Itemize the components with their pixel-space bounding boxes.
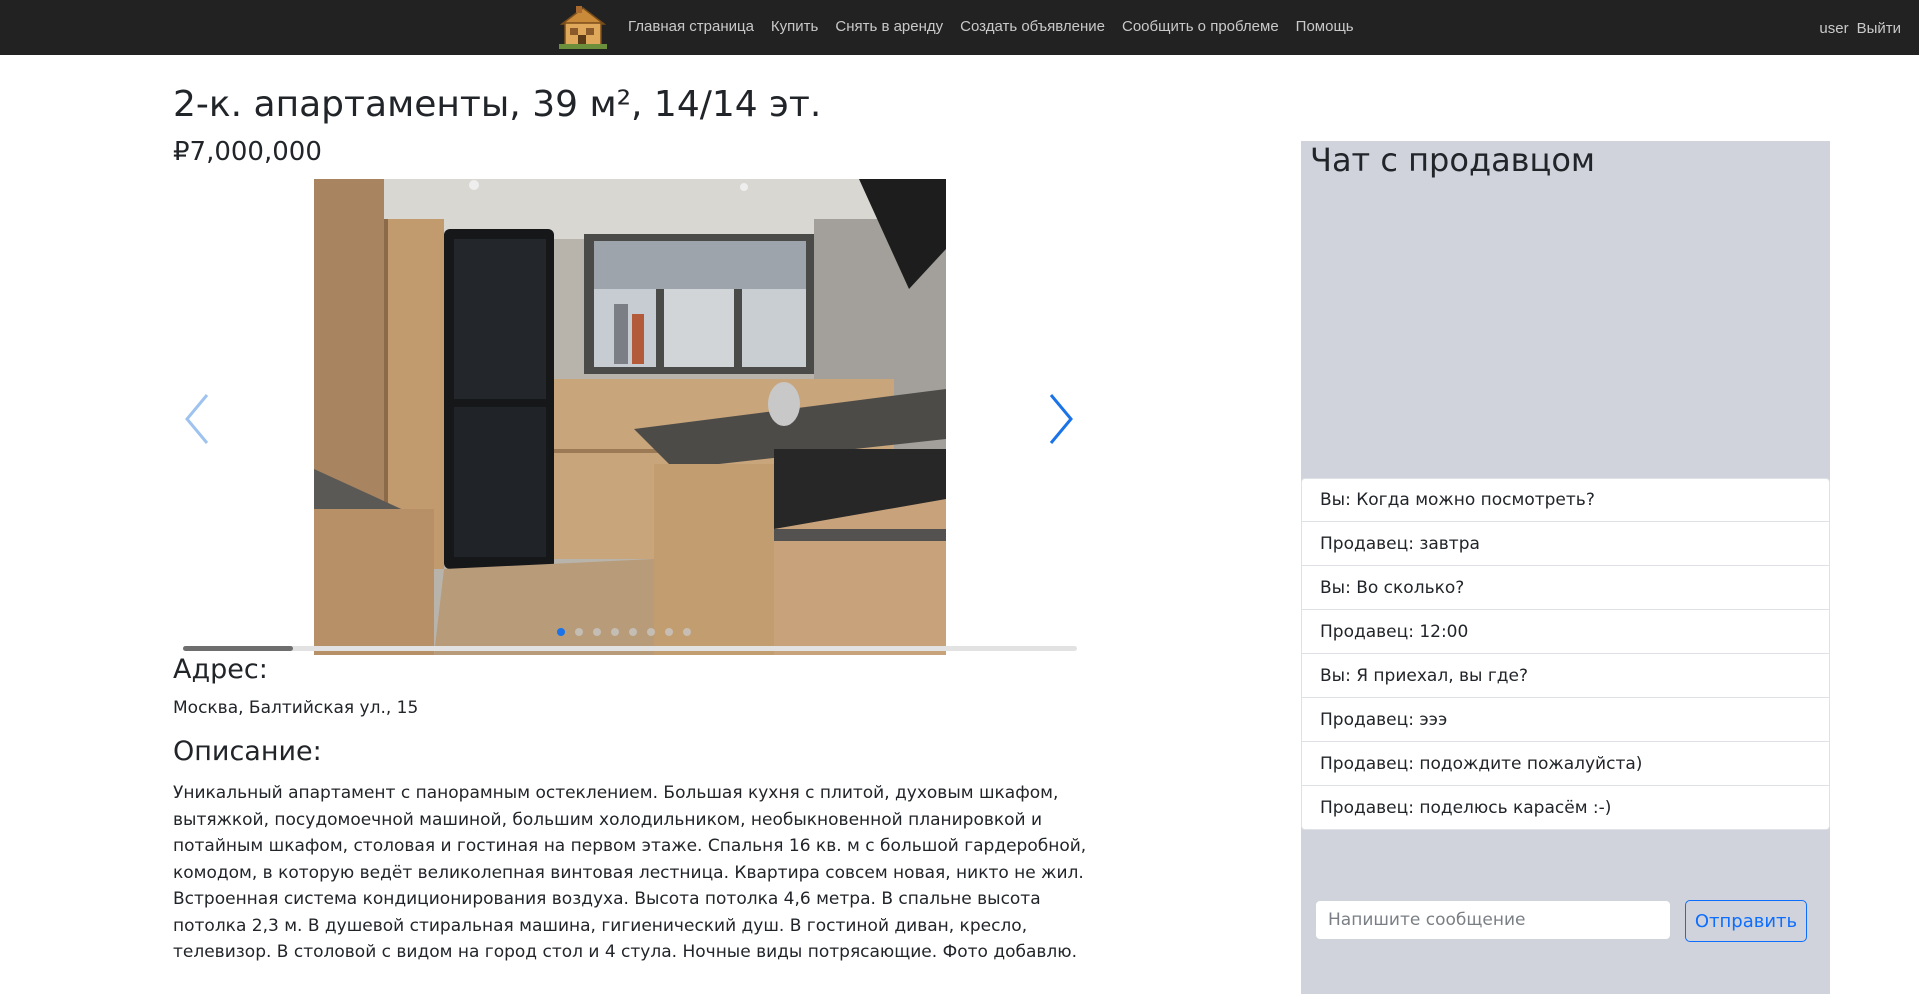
send-button[interactable]: Отправить	[1685, 900, 1807, 942]
chat-message: Вы: Я приехал, вы где?	[1301, 654, 1830, 698]
carousel-dot[interactable]	[683, 628, 691, 636]
address-heading: Адрес:	[173, 654, 268, 685]
nav-link-rent[interactable]: Снять в аренду	[835, 18, 943, 35]
carousel-dot[interactable]	[557, 628, 565, 636]
carousel-dot[interactable]	[665, 628, 673, 636]
nav-link-report-problem[interactable]: Сообщить о проблеме	[1122, 18, 1279, 35]
description-heading: Описание:	[173, 736, 322, 767]
nav-link-help[interactable]: Помощь	[1296, 18, 1354, 35]
carousel-pagination	[557, 628, 701, 636]
house-logo-icon[interactable]	[556, 2, 610, 52]
carousel-scrollbar[interactable]	[183, 646, 1077, 651]
chat-message: Продавец: 12:00	[1301, 610, 1830, 654]
listing-price: ₽7,000,000	[173, 137, 322, 167]
chat-title: Чат с продавцом	[1310, 141, 1596, 179]
carousel-dot[interactable]	[629, 628, 637, 636]
nav-link-home[interactable]: Главная страница	[628, 18, 754, 35]
description-text: Уникальный апартамент с панорамным остек…	[173, 783, 1087, 962]
username-link[interactable]: user	[1819, 20, 1848, 37]
top-navbar: Главная страница Купить Снять в аренду С…	[0, 0, 1919, 55]
chat-message: Продавец: завтра	[1301, 522, 1830, 566]
carousel-dot[interactable]	[611, 628, 619, 636]
nav-link-create-listing[interactable]: Создать объявление	[960, 18, 1105, 35]
user-area: user Выйти	[1811, 0, 1901, 57]
address-text: Москва, Балтийская ул., 15	[173, 698, 419, 718]
chat-message: Вы: Когда можно посмотреть?	[1301, 478, 1830, 522]
carousel-dot[interactable]	[575, 628, 583, 636]
chat-messages: Вы: Когда можно посмотреть? Продавец: за…	[1301, 478, 1830, 830]
listing-title: 2-к. апартаменты, 39 м², 14/14 эт.	[173, 84, 822, 125]
carousel-next-arrow[interactable]	[1041, 391, 1081, 447]
carousel-prev-arrow[interactable]	[181, 391, 221, 447]
chat-message: Вы: Во сколько?	[1301, 566, 1830, 610]
chat-message-input[interactable]	[1315, 900, 1671, 940]
seller-chat-panel: Чат с продавцом Вы: Когда можно посмотре…	[1301, 141, 1830, 994]
chat-message: Продавец: эээ	[1301, 698, 1830, 742]
listing-photo	[314, 179, 946, 655]
photo-carousel	[173, 179, 1079, 655]
carousel-scrollbar-thumb[interactable]	[183, 646, 293, 651]
chat-message: Продавец: поделюсь карасём :-)	[1301, 786, 1830, 830]
carousel-dot[interactable]	[647, 628, 655, 636]
nav-link-buy[interactable]: Купить	[771, 18, 818, 35]
logout-link[interactable]: Выйти	[1857, 20, 1901, 37]
carousel-dot[interactable]	[593, 628, 601, 636]
nav-links: Главная страница Купить Снять в аренду С…	[628, 0, 1371, 52]
chat-message: Продавец: подождите пожалуйста)	[1301, 742, 1830, 786]
